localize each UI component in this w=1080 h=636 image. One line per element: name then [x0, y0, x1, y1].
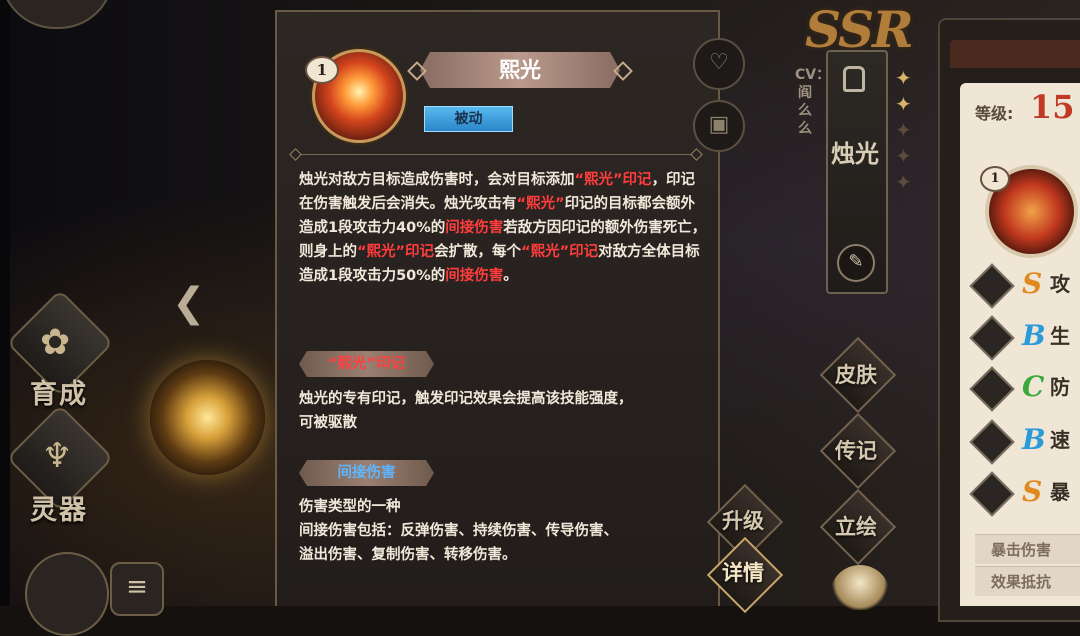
butterfly-icon: ✦	[895, 92, 912, 116]
panel-divider	[295, 154, 697, 155]
upgrade-button[interactable]: 升级	[708, 505, 778, 535]
highlight-term: “熙光”印记	[521, 244, 599, 260]
stat-name: 攻	[1050, 272, 1070, 296]
indirect-title-banner: 间接伤害	[299, 460, 434, 486]
stat-grade: B	[1022, 319, 1046, 352]
butterfly-icon: ✦	[895, 170, 912, 194]
indirect-description: 伤害类型的一种 间接伤害包括：反弹伤害、持续伤害、传导伤害、 溢出伤害、复制伤害…	[299, 495, 709, 567]
skill-description: 烛光对敌方目标造成伤害时，会对目标添加“熙光”印记，印记在伤害触发后会消失。烛光…	[299, 168, 707, 288]
card-header	[950, 40, 1080, 68]
stat-name: 防	[1050, 375, 1070, 399]
stat-row-attack: S 攻	[969, 263, 1080, 309]
crit-damage-row: 暴击伤害	[975, 534, 1080, 564]
bag-icon[interactable]: ▣	[693, 100, 745, 152]
highlight-term: 间接伤害	[445, 268, 504, 284]
stat-name: 速	[1050, 428, 1070, 452]
highlight-term: “熙光”印记	[357, 244, 435, 260]
stat-row-defense: C 防	[969, 366, 1080, 412]
previous-arrow-icon[interactable]: ❮	[172, 280, 206, 326]
mark-description: 烛光的专有印记，触发印记效果会提高该技能强度， 可被驱散	[299, 387, 709, 435]
stat-row-speed: B 速	[969, 419, 1080, 465]
stat-name: 暴	[1050, 480, 1070, 504]
skill-name: 熙光	[499, 57, 541, 82]
stat-grade: S	[1022, 267, 1043, 300]
speed-icon	[969, 419, 1015, 465]
highlight-term: “熙光”	[516, 196, 565, 212]
indirect-line1: 伤害类型的一种	[299, 499, 401, 515]
skill-type-tag: 被动	[424, 106, 513, 132]
stat-grade: C	[1022, 370, 1045, 403]
stat-name: 生	[1050, 324, 1070, 348]
lock-icon[interactable]	[843, 66, 865, 92]
indirect-line2: 间接伤害包括：反弹伤害、持续伤害、传导伤害、	[299, 523, 618, 539]
description-text: 。	[503, 268, 518, 284]
bio-button[interactable]: 传记	[821, 435, 891, 465]
effect-resist-row: 效果抵抗	[975, 566, 1080, 596]
cv-label: CV：阎么么	[795, 67, 831, 137]
mark-desc-line1: 烛光的专有印记，触发印记效果会提高该技能强度，	[299, 391, 633, 407]
description-text: 烛光对敌方目标造成伤害时，会对目标添加	[299, 172, 575, 188]
nav-cultivate-label[interactable]: 育成	[30, 372, 88, 411]
defense-icon	[969, 366, 1015, 412]
level-label: 等级:	[975, 104, 1014, 123]
skin-button[interactable]: 皮肤	[821, 359, 891, 389]
indirect-line3: 溢出伤害、复制伤害、转移伤害。	[299, 547, 517, 563]
attack-icon	[969, 263, 1015, 309]
glowing-orb	[150, 360, 265, 475]
menu-icon[interactable]: ≡	[110, 562, 164, 616]
stat-grade: S	[1022, 475, 1043, 508]
left-edge	[0, 0, 10, 606]
bottom-left-button[interactable]	[25, 552, 109, 636]
butterfly-icon: ✦	[895, 144, 912, 168]
mark-title-banner: “熙光”印记	[299, 351, 434, 377]
highlight-term: 间接伤害	[445, 220, 504, 236]
skill-level-badge: 1	[305, 56, 339, 84]
level-value: 15	[1030, 88, 1075, 126]
crit-icon	[969, 471, 1015, 517]
brush-icon[interactable]: ✎	[837, 244, 875, 282]
detail-button[interactable]: 详情	[708, 557, 778, 587]
health-icon	[969, 315, 1015, 361]
flower-icon: ✿	[40, 322, 71, 363]
nav-artifact-label[interactable]: 灵器	[30, 488, 88, 527]
stat-row-crit: S 暴	[969, 471, 1080, 517]
stat-grade: B	[1022, 423, 1046, 456]
butterfly-icon: ✦	[895, 66, 912, 90]
trident-icon: ♆	[42, 436, 73, 476]
description-text: 会扩散，每个	[434, 244, 522, 260]
art-button[interactable]: 立绘	[821, 511, 891, 541]
stat-row-health: B 生	[969, 315, 1080, 361]
butterfly-icon: ✦	[895, 118, 912, 142]
mark-desc-line2: 可被驱散	[299, 415, 357, 431]
heart-icon[interactable]: ♡	[693, 38, 745, 90]
card-skill-level: 1	[980, 166, 1010, 192]
character-name: 烛光	[831, 139, 879, 168]
highlight-term: “熙光”印记	[574, 172, 652, 188]
